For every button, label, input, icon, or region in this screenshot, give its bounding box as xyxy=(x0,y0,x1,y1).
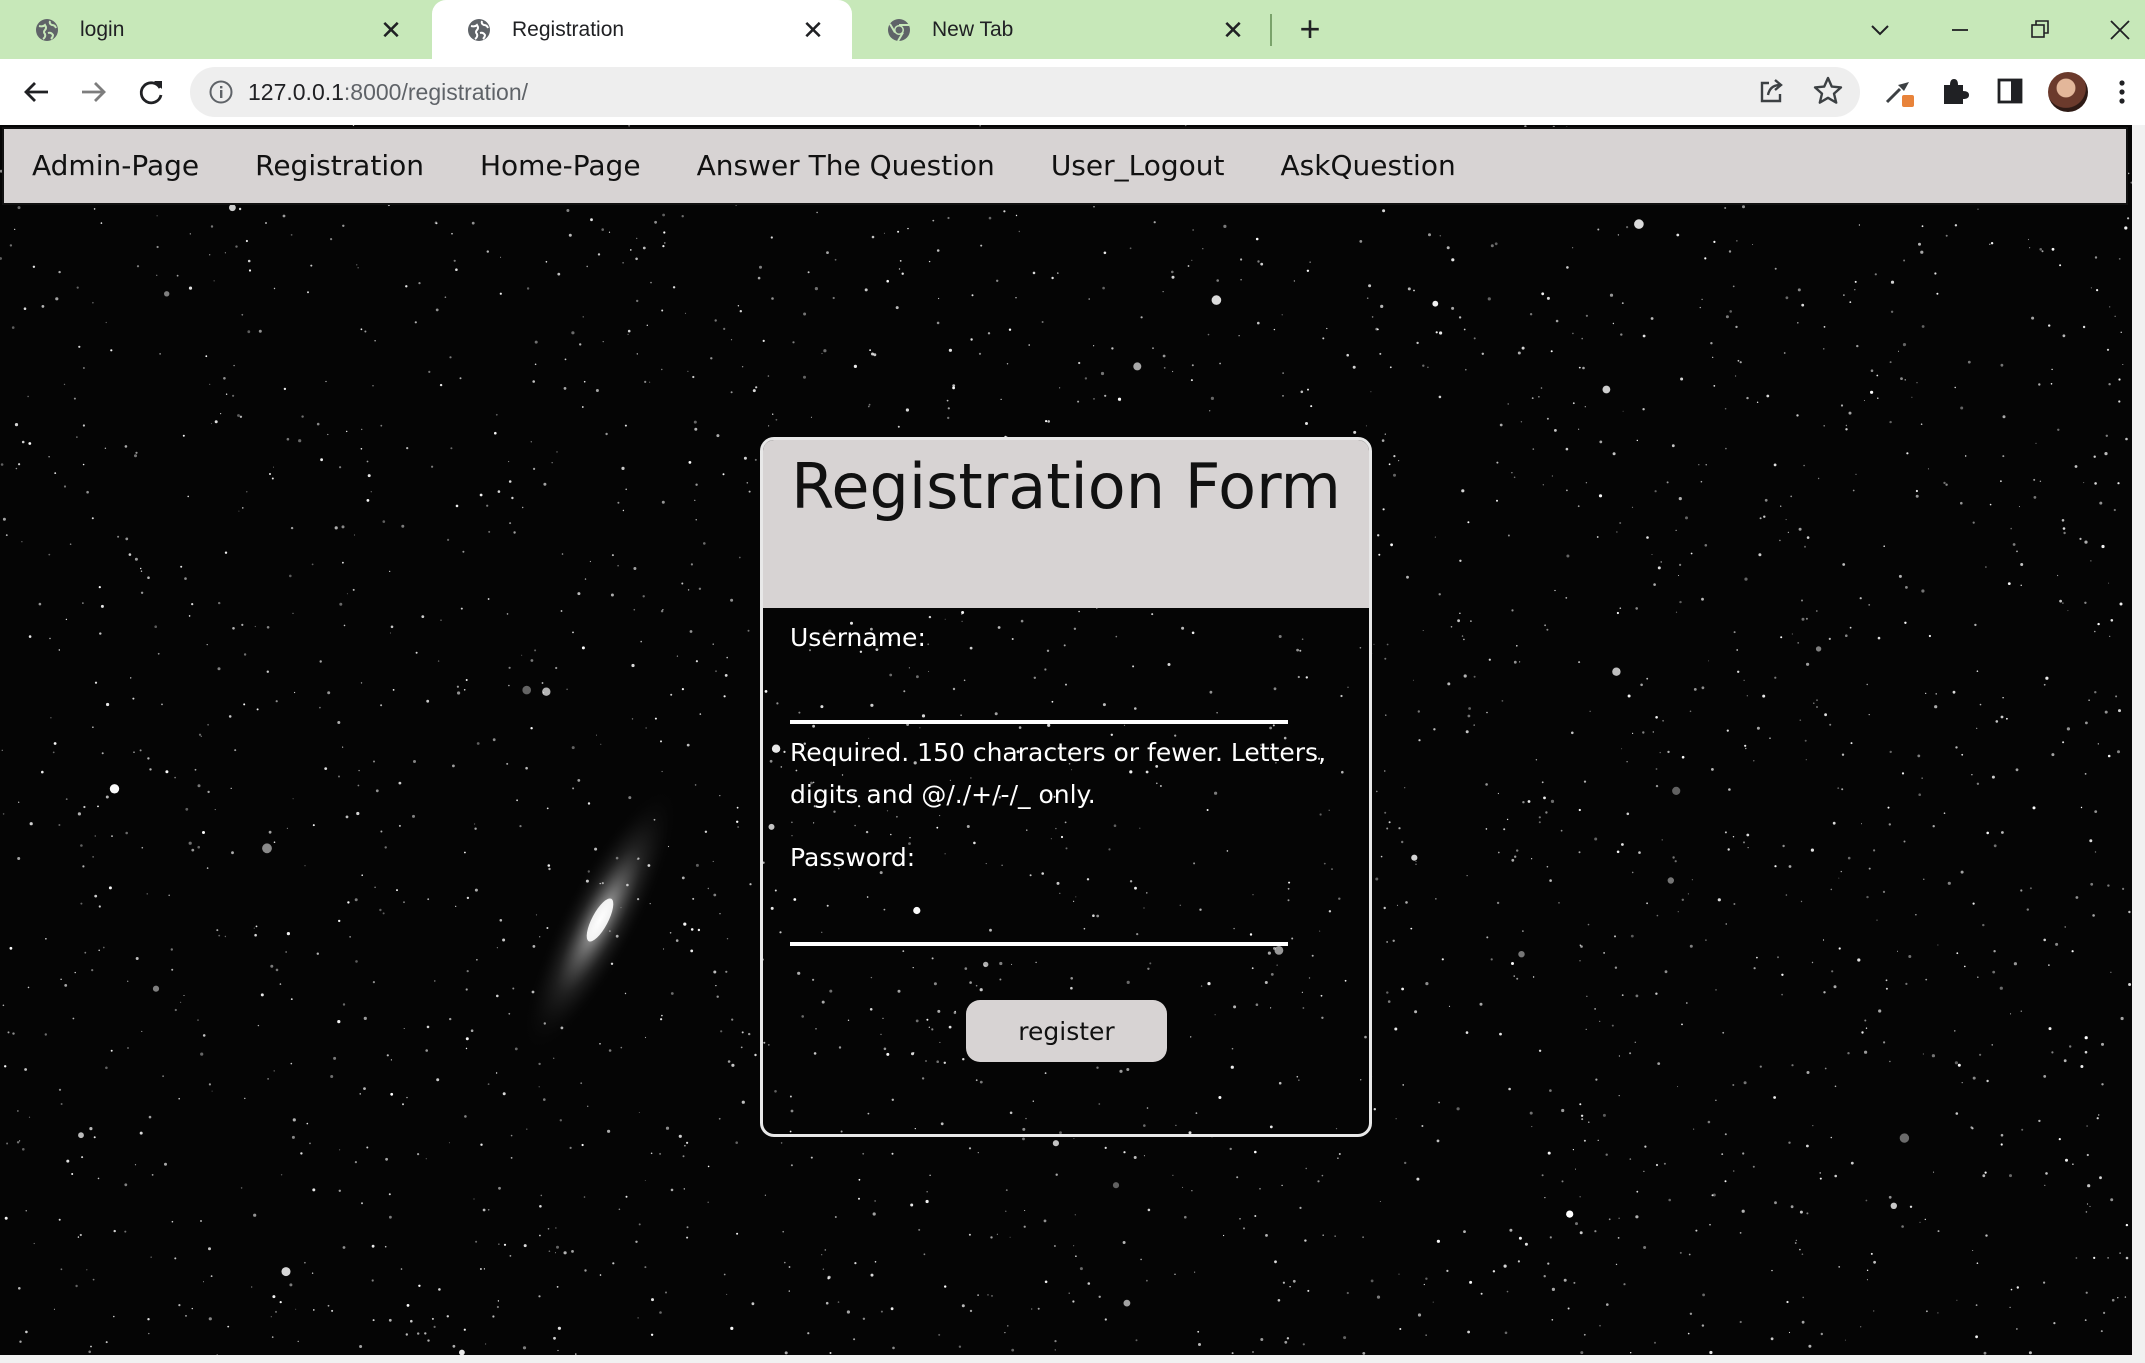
profile-avatar[interactable] xyxy=(2048,72,2088,112)
tab-title: login xyxy=(80,17,125,41)
username-label: Username: xyxy=(790,623,926,652)
new-tab-button[interactable]: + xyxy=(1294,11,1326,47)
username-help-text: Required. 150 characters or fewer. Lette… xyxy=(790,738,1327,809)
close-icon[interactable]: ✕ xyxy=(800,17,826,43)
vertical-scrollbar[interactable] xyxy=(2132,125,2145,1363)
tab-new-tab[interactable]: New Tab ✕ xyxy=(852,0,1272,59)
globe-icon xyxy=(468,18,490,41)
eyedropper-extension-icon[interactable] xyxy=(1880,73,1916,109)
tab-title: New Tab xyxy=(932,17,1014,41)
restore-icon[interactable] xyxy=(2020,10,2060,50)
password-field[interactable] xyxy=(790,902,1288,946)
register-button[interactable]: register xyxy=(966,1000,1167,1062)
url-text[interactable]: 127.0.0.1:8000/registration/ xyxy=(248,79,528,106)
form-title: Registration Form xyxy=(791,450,1341,523)
nav-link-admin-page[interactable]: Admin-Page xyxy=(4,127,227,201)
tab-login[interactable]: login ✕ xyxy=(0,0,430,59)
url-path: :8000/registration/ xyxy=(343,79,529,105)
tab-registration[interactable]: Registration ✕ xyxy=(432,0,852,59)
reload-icon[interactable] xyxy=(132,73,170,111)
username-field[interactable] xyxy=(790,680,1288,724)
extensions-puzzle-icon[interactable] xyxy=(1936,73,1972,109)
nav-link-ask-question[interactable]: AskQuestion xyxy=(1253,127,1484,201)
globe-icon xyxy=(36,18,58,41)
bookmark-star-icon[interactable] xyxy=(1810,73,1846,109)
tab-search-chevron-icon[interactable] xyxy=(1860,10,1900,50)
side-panel-icon[interactable] xyxy=(1992,73,2028,109)
nav-link-registration[interactable]: Registration xyxy=(227,127,452,201)
password-label: Password: xyxy=(790,843,916,872)
more-menu-icon[interactable] xyxy=(2112,73,2132,111)
window-close-icon[interactable] xyxy=(2100,10,2140,50)
forward-arrow-icon[interactable] xyxy=(74,73,112,111)
tab-title: Registration xyxy=(512,17,625,41)
minimize-icon[interactable] xyxy=(1940,10,1980,50)
nav-link-user-logout[interactable]: User_Logout xyxy=(1023,127,1253,201)
browser-tab-strip: login ✕ Registration ✕ New Tab ✕ + xyxy=(0,0,2145,59)
address-bar[interactable]: 127.0.0.1:8000/registration/ xyxy=(190,67,1860,117)
site-info-icon[interactable] xyxy=(208,79,234,105)
close-icon[interactable]: ✕ xyxy=(378,17,404,43)
chrome-icon xyxy=(888,18,910,42)
page-viewport: Admin-Page Registration Home-Page Answer… xyxy=(0,125,2132,1355)
form-header: Registration Form xyxy=(763,440,1369,608)
browser-toolbar: 127.0.0.1:8000/registration/ xyxy=(0,59,2145,125)
site-navbar: Admin-Page Registration Home-Page Answer… xyxy=(2,127,2128,205)
back-arrow-icon[interactable] xyxy=(18,73,56,111)
registration-form-card: Registration Form Username: Required. 15… xyxy=(760,437,1372,1137)
close-icon[interactable]: ✕ xyxy=(1220,17,1246,43)
bottom-edge xyxy=(0,1355,2132,1363)
url-host: 127.0.0.1 xyxy=(248,79,344,105)
nav-link-home-page[interactable]: Home-Page xyxy=(452,127,669,201)
tab-divider xyxy=(1270,14,1272,46)
share-icon[interactable] xyxy=(1754,73,1790,109)
nav-link-answer-the-question[interactable]: Answer The Question xyxy=(669,127,1023,201)
